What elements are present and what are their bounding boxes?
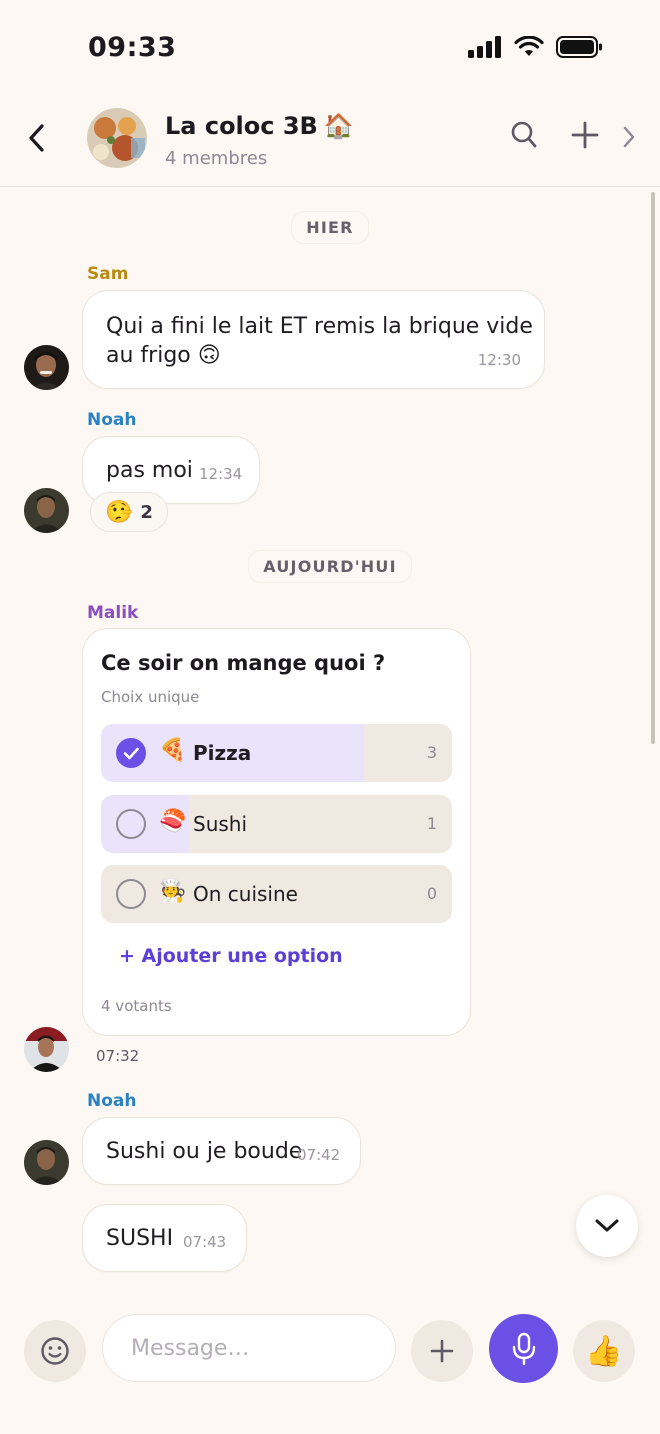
- poll-option-count: 1: [426, 814, 437, 833]
- avatar[interactable]: [24, 488, 69, 533]
- message-time: 12:34: [199, 465, 243, 483]
- status-icons: [468, 36, 602, 58]
- message-text: Qui a fini le lait ET remis la brique vi…: [106, 314, 533, 339]
- poll-option[interactable]: 🍕 Pizza 3: [101, 724, 452, 782]
- avatar[interactable]: [24, 1140, 69, 1185]
- poll-option-label: Sushi: [193, 812, 248, 836]
- back-arrow-icon[interactable]: [22, 118, 52, 158]
- poll-option[interactable]: 🧑‍🍳 On cuisine 0: [101, 865, 452, 923]
- group-name: La coloc 3B: [165, 112, 318, 140]
- voice-record-button[interactable]: [489, 1314, 558, 1383]
- message-time: 07:43: [183, 1233, 227, 1251]
- quick-like-button[interactable]: 👍: [573, 1320, 635, 1382]
- scrollbar[interactable]: [651, 192, 655, 744]
- microphone-icon: [512, 1332, 535, 1365]
- scroll-to-bottom-button[interactable]: [576, 1195, 638, 1257]
- attach-button[interactable]: [411, 1320, 473, 1382]
- thumbs-up-icon: 👍: [585, 1333, 623, 1369]
- member-count: 4 membres: [165, 148, 268, 169]
- poll-option-label: On cuisine: [193, 882, 298, 906]
- poll-card: Ce soir on mange quoi ? Choix unique 🍕 P…: [82, 628, 471, 1036]
- plus-icon: [430, 1339, 454, 1363]
- check-icon: [123, 747, 139, 760]
- message-text: SUSHI: [106, 1226, 174, 1251]
- poll-type: Choix unique: [101, 688, 200, 706]
- chat-header: La coloc 3B 🏠 4 membres: [0, 96, 660, 187]
- sender-name: Noah: [87, 1091, 137, 1111]
- search-icon[interactable]: [510, 120, 538, 150]
- poll-option[interactable]: 🍣 Sushi 1: [101, 795, 452, 853]
- reaction-count: 2: [140, 501, 153, 523]
- status-time: 09:33: [88, 32, 177, 63]
- group-avatar[interactable]: [87, 108, 147, 168]
- status-bar: 09:33: [0, 0, 660, 96]
- message-input[interactable]: [102, 1314, 396, 1382]
- reaction-chip[interactable]: 🤥 2: [90, 492, 168, 532]
- chevron-right-icon[interactable]: [621, 126, 637, 148]
- poll-option-count: 0: [426, 884, 437, 903]
- poll-voter-count: 4 votants: [101, 997, 172, 1015]
- date-label: AUJOURD'HUI: [249, 551, 411, 582]
- radio-unchecked[interactable]: [116, 879, 146, 909]
- wifi-icon: [514, 36, 544, 56]
- poll-option-count: 3: [426, 743, 437, 762]
- battery-icon: [556, 36, 602, 58]
- sender-name: Sam: [87, 264, 129, 284]
- chevron-down-icon: [595, 1219, 619, 1232]
- date-separator-today: AUJOURD'HUI: [0, 551, 660, 582]
- reaction-emoji: 🤥: [105, 499, 133, 525]
- group-title[interactable]: La coloc 3B 🏠: [165, 112, 354, 140]
- message-time: 07:32: [82, 1040, 154, 1072]
- radio-unchecked[interactable]: [116, 809, 146, 839]
- sender-name: Malik: [87, 603, 139, 623]
- poll-question: Ce soir on mange quoi ?: [101, 651, 386, 675]
- emoji-button[interactable]: [24, 1320, 86, 1382]
- cellular-signal-icon: [468, 36, 501, 58]
- avatar[interactable]: [24, 1027, 69, 1072]
- message-text: Sushi ou je boude: [106, 1139, 303, 1164]
- pizza-emoji: 🍕: [159, 738, 187, 763]
- sender-name: Noah: [87, 410, 137, 430]
- message-bubble[interactable]: Qui a fini le lait ET remis la brique vi…: [82, 290, 545, 389]
- date-separator-yesterday: HIER: [0, 212, 660, 243]
- message-bubble[interactable]: SUSHI 07:43: [82, 1204, 247, 1272]
- sushi-emoji: 🍣: [159, 809, 187, 834]
- message-time: 07:42: [297, 1146, 341, 1164]
- message-text: au frigo 🙃: [106, 343, 221, 368]
- avatar[interactable]: [24, 345, 69, 390]
- smiley-icon: [41, 1337, 69, 1365]
- add-option-button[interactable]: + Ajouter une option: [119, 945, 343, 967]
- add-icon[interactable]: [571, 120, 599, 150]
- cook-emoji: 🧑‍🍳: [159, 879, 187, 904]
- message-time: 12:30: [477, 351, 521, 369]
- radio-checked[interactable]: [116, 738, 146, 768]
- date-label: HIER: [292, 212, 368, 243]
- poll-option-label: Pizza: [193, 741, 252, 765]
- house-emoji: 🏠: [323, 112, 354, 140]
- message-text: pas moi: [106, 458, 193, 483]
- message-bubble[interactable]: Sushi ou je boude 07:42: [82, 1117, 361, 1185]
